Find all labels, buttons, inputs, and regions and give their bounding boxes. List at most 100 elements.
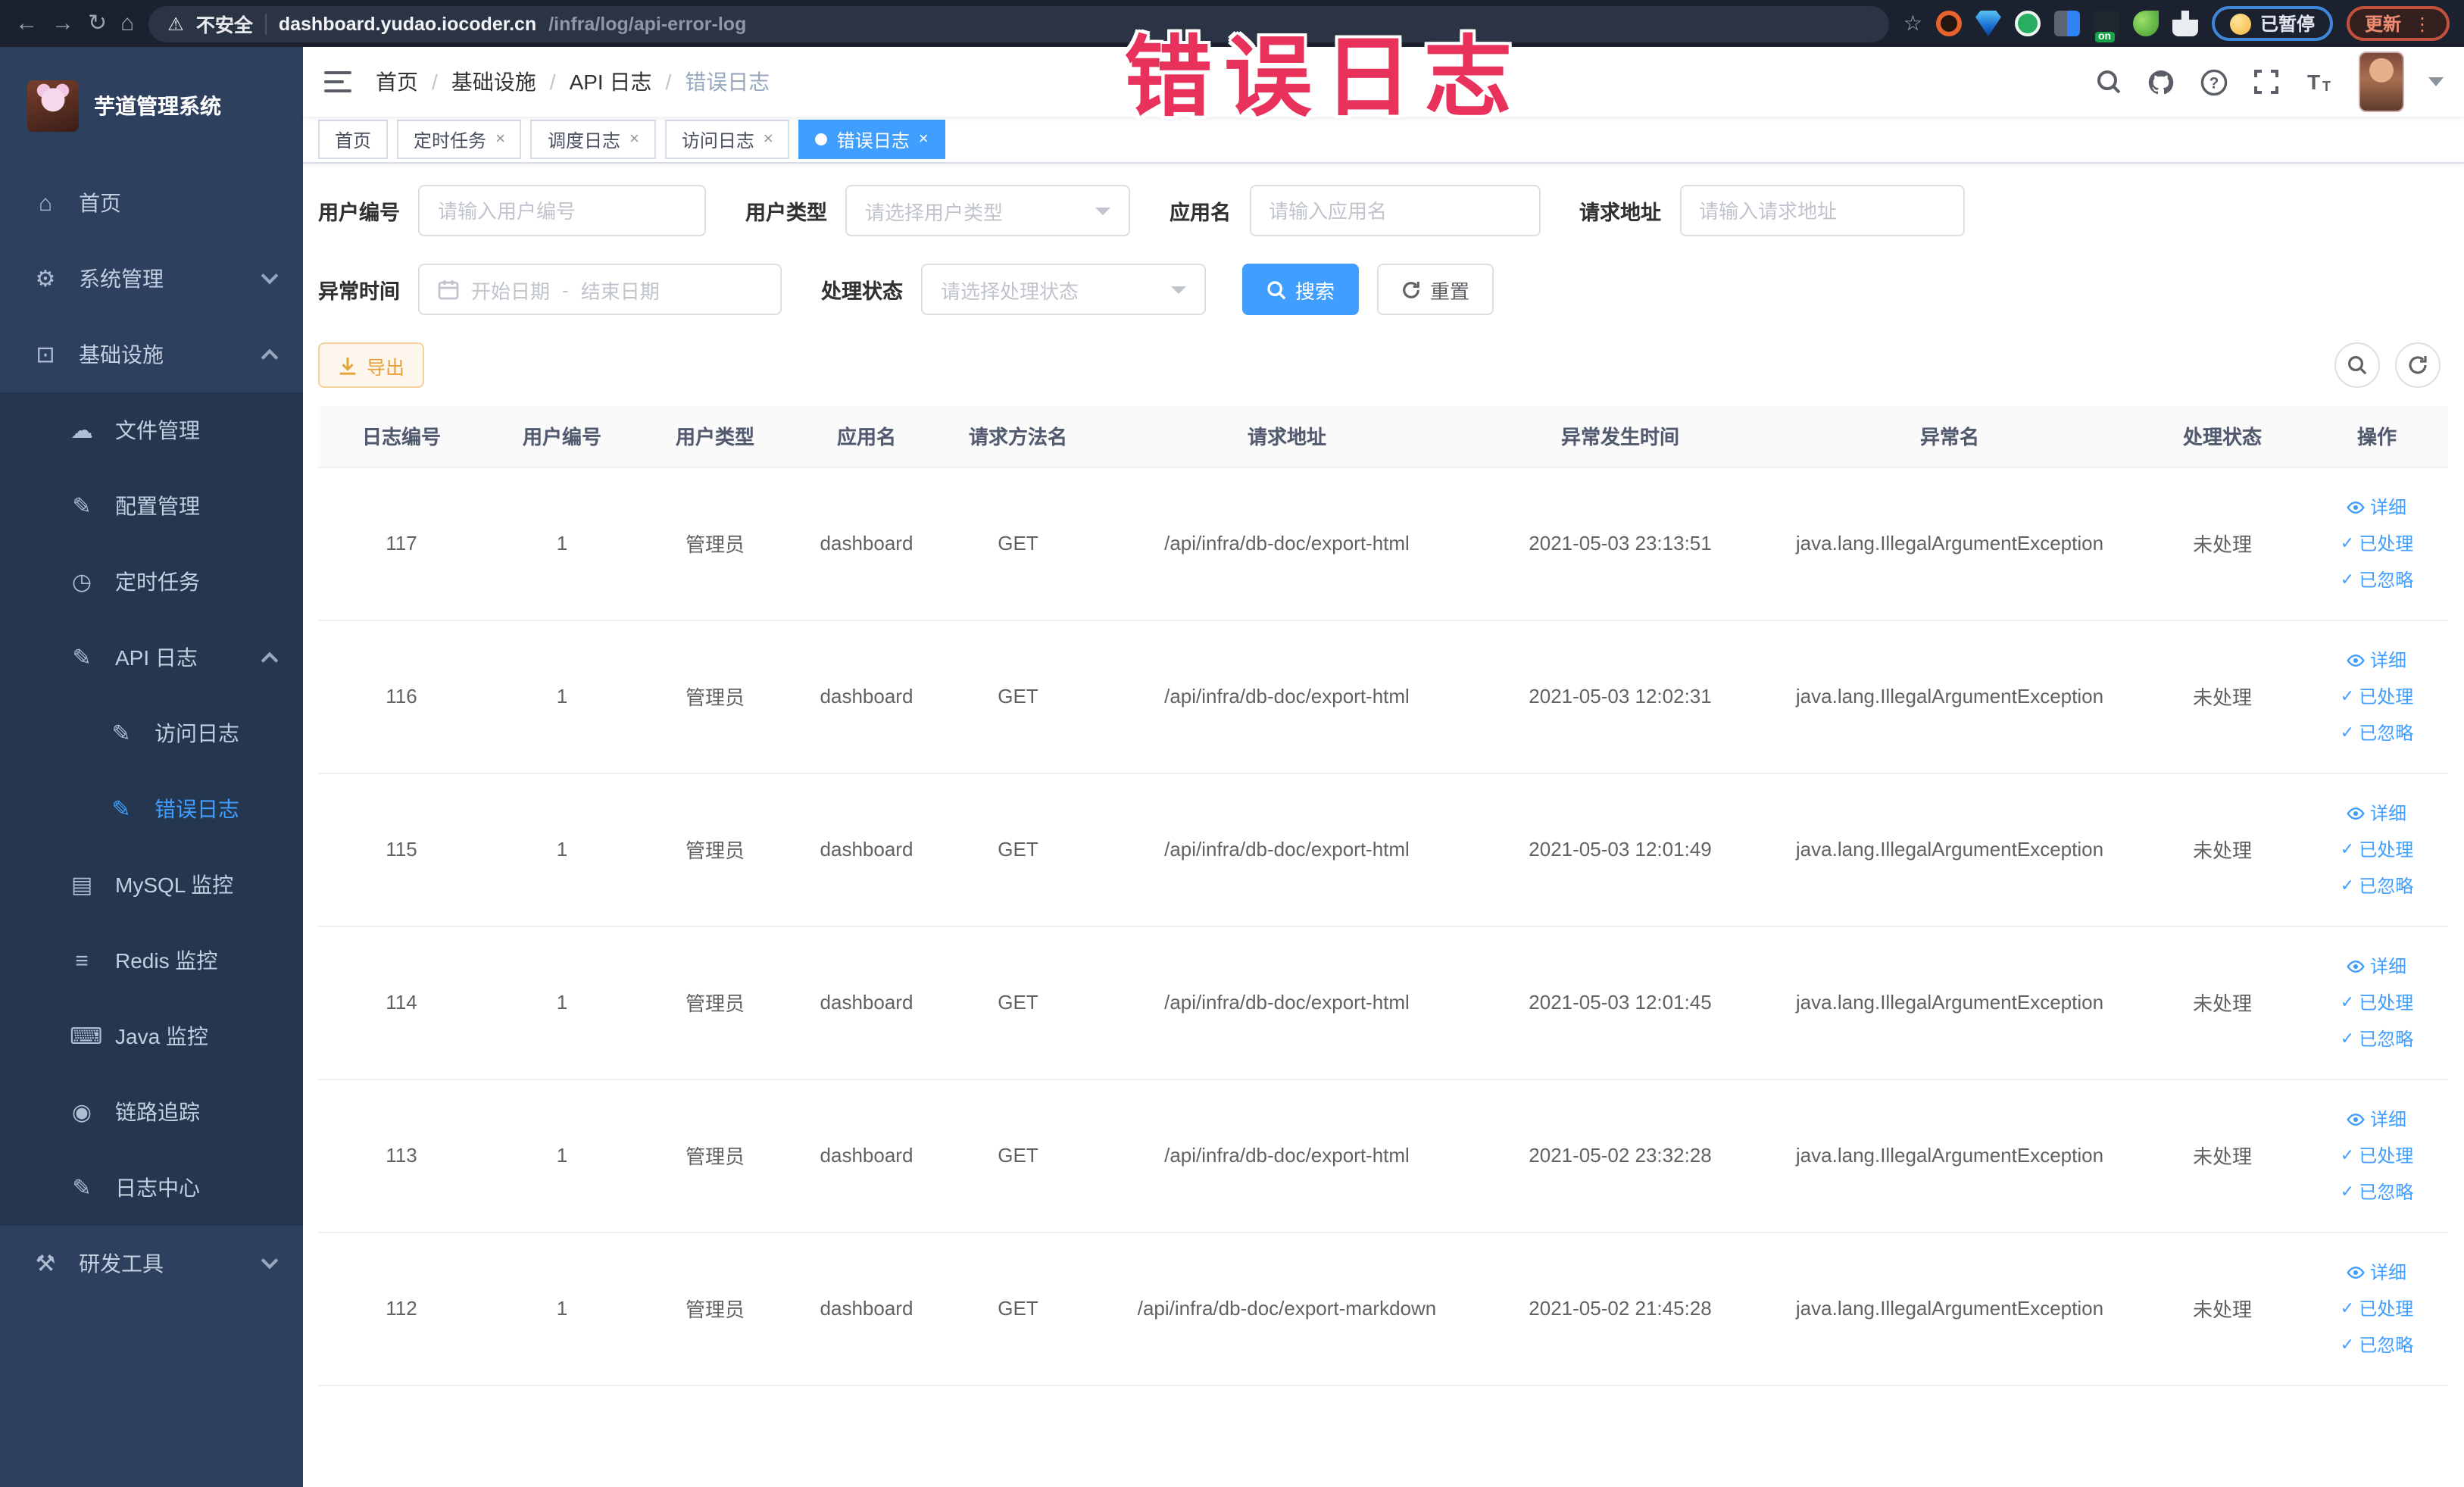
calendar-icon (438, 280, 459, 300)
column-header-异常发生时间: 异常发生时间 (1480, 406, 1760, 467)
action-link-详细[interactable]: 详细 (2347, 800, 2406, 826)
sidebar-item-定时任务[interactable]: ◷ 定时任务 (0, 544, 303, 620)
action-link-详细[interactable]: 详细 (2347, 1259, 2406, 1285)
sidebar-toggle-icon[interactable] (324, 71, 351, 92)
cell-app: dashboard (791, 1232, 942, 1385)
user-avatar[interactable] (2359, 52, 2404, 112)
tab-close-icon[interactable]: × (919, 130, 929, 148)
sidebar-item-基础设施[interactable]: ⊡ 基础设施 (0, 317, 303, 392)
user-id-input[interactable] (438, 199, 686, 222)
search-icon[interactable] (2095, 68, 2122, 95)
extension-switch-icon[interactable] (2093, 11, 2119, 42)
sidebar-item-Redis 监控[interactable]: ≡ Redis 监控 (0, 923, 303, 998)
profile-emoji-icon (2229, 13, 2251, 34)
sidebar-item-研发工具[interactable]: ⚒ 研发工具 (0, 1226, 303, 1301)
access-log-icon: ✎ (111, 721, 131, 747)
tab-close-icon[interactable]: × (495, 130, 505, 148)
tab-定时任务[interactable]: 定时任务 × (397, 120, 522, 159)
breadcrumb-item-API 日志[interactable]: API 日志 (570, 67, 652, 97)
tab-首页[interactable]: 首页 (318, 120, 389, 159)
font-size-icon[interactable]: TT (2304, 68, 2334, 95)
exception-time-range-picker[interactable]: 开始日期 - 结束日期 (418, 264, 782, 315)
column-header-操作: 操作 (2306, 406, 2448, 467)
address-bar[interactable]: ⚠ 不安全 dashboard.yudao.iocoder.cn/infra/l… (148, 5, 1890, 42)
action-link-已忽略[interactable]: ✓ 已忽略 (2341, 1179, 2413, 1204)
fullscreen-icon[interactable] (2253, 68, 2280, 95)
action-link-已处理[interactable]: ✓ 已处理 (2341, 836, 2413, 862)
action-link-已处理[interactable]: ✓ 已处理 (2341, 530, 2413, 556)
sidebar-item-MySQL 监控[interactable]: ▤ MySQL 监控 (0, 847, 303, 923)
profile-paused-badge[interactable]: 已暂停 (2211, 6, 2333, 41)
action-link-已处理[interactable]: ✓ 已处理 (2341, 1142, 2413, 1168)
home-icon[interactable]: ⌂ (120, 12, 134, 35)
back-icon[interactable]: ← (15, 12, 38, 35)
refresh-circle-button[interactable] (2395, 342, 2441, 388)
user-type-select[interactable]: 请选择用户类型 (845, 185, 1130, 236)
sidebar: 芋道管理系统 ⌂ 首页 ⚙ 系统管理 ⊡ 基础设施 ☁ 文件管理 ✎ 配置管理 ◷ 定时任务 ✎ API … (0, 47, 303, 1487)
start-date-placeholder[interactable]: 开始日期 (471, 275, 550, 304)
search-button[interactable]: 搜索 (1242, 264, 1360, 315)
cell-status: 未处理 (2139, 1232, 2306, 1385)
action-link-已忽略[interactable]: ✓ 已忽略 (2341, 873, 2413, 898)
export-button[interactable]: 导出 (318, 342, 425, 388)
action-link-已处理[interactable]: ✓ 已处理 (2341, 1295, 2413, 1321)
sidebar-item-配置管理[interactable]: ✎ 配置管理 (0, 468, 303, 544)
paused-label: 已暂停 (2259, 14, 2315, 35)
sidebar-item-链路追踪[interactable]: ◉ 链路追踪 (0, 1074, 303, 1150)
action-label: 详细 (2369, 497, 2406, 518)
extension-blue-gem-icon[interactable] (1975, 11, 2001, 36)
browser-toolbar: ← → ↻ ⌂ ⚠ 不安全 dashboard.yudao.iocoder.cn… (0, 0, 2464, 47)
sidebar-item-API 日志[interactable]: ✎ API 日志 (0, 620, 303, 695)
action-link-已忽略[interactable]: ✓ 已忽略 (2341, 567, 2413, 592)
tab-访问日志[interactable]: 访问日志 × (664, 120, 790, 159)
action-link-已忽略[interactable]: ✓ 已忽略 (2341, 1332, 2413, 1357)
cell-app: dashboard (791, 620, 942, 773)
check-icon: ✓ (2340, 1183, 2355, 1201)
chrome-update-button[interactable]: 更新 ⋮ (2346, 6, 2450, 41)
sidebar-item-访问日志[interactable]: ✎ 访问日志 (0, 695, 303, 771)
action-link-已处理[interactable]: ✓ 已处理 (2341, 989, 2413, 1015)
browser-menu-kebab-icon[interactable]: ⋮ (2413, 13, 2431, 34)
app-logo[interactable]: 芋道管理系统 (0, 47, 303, 165)
sidebar-item-错误日志[interactable]: ✎ 错误日志 (0, 771, 303, 847)
sidebar-item-文件管理[interactable]: ☁ 文件管理 (0, 392, 303, 468)
tab-close-icon[interactable]: × (764, 130, 773, 148)
tab-调度日志[interactable]: 调度日志 × (530, 120, 656, 159)
sidebar-item-系统管理[interactable]: ⚙ 系统管理 (0, 241, 303, 317)
github-icon[interactable] (2147, 67, 2175, 96)
app-name-label: 应用名 (1170, 201, 1231, 224)
request-url-input[interactable] (1699, 199, 1944, 222)
forward-icon[interactable]: → (52, 12, 74, 35)
sidebar-item-首页[interactable]: ⌂ 首页 (0, 165, 303, 241)
action-link-详细[interactable]: 详细 (2347, 953, 2406, 979)
sidebar-item-Java 监控[interactable]: ⌨ Java 监控 (0, 998, 303, 1074)
action-link-详细[interactable]: 详细 (2347, 494, 2406, 520)
tab-close-icon[interactable]: × (629, 130, 639, 148)
action-link-详细[interactable]: 详细 (2347, 1106, 2406, 1132)
toggle-search-circle-button[interactable] (2334, 342, 2380, 388)
extensions-puzzle-icon[interactable] (2172, 11, 2198, 36)
breadcrumb-item-首页[interactable]: 首页 (376, 67, 418, 97)
user-menu-caret-icon[interactable] (2428, 77, 2444, 86)
action-link-已忽略[interactable]: ✓ 已忽略 (2341, 720, 2413, 745)
end-date-placeholder[interactable]: 结束日期 (581, 275, 660, 304)
action-link-详细[interactable]: 详细 (2347, 647, 2406, 673)
sidebar-item-日志中心[interactable]: ✎ 日志中心 (0, 1150, 303, 1226)
action-link-已处理[interactable]: ✓ 已处理 (2341, 683, 2413, 709)
reset-button[interactable]: 重置 (1377, 264, 1494, 315)
process-status-select[interactable]: 请选择处理状态 (921, 264, 1206, 315)
breadcrumb-item-基础设施[interactable]: 基础设施 (451, 67, 536, 97)
tab-label: 错误日志 (836, 130, 910, 151)
extension-green-circle-icon[interactable] (2014, 11, 2041, 36)
help-icon[interactable]: ? (2200, 67, 2228, 96)
extension-leaf-icon[interactable] (2132, 11, 2159, 36)
request-url-field (1679, 185, 1964, 236)
reload-icon[interactable]: ↻ (88, 12, 107, 35)
extension-grid-icon[interactable] (2053, 11, 2080, 36)
column-header-请求方法名: 请求方法名 (942, 406, 1094, 467)
bookmark-star-icon[interactable]: ☆ (1903, 11, 1922, 36)
app-name-input[interactable] (1269, 199, 1520, 222)
tab-错误日志[interactable]: 错误日志 × (798, 120, 945, 159)
action-link-已忽略[interactable]: ✓ 已忽略 (2341, 1026, 2413, 1051)
extension-orange-ring-icon[interactable] (1935, 11, 1962, 36)
